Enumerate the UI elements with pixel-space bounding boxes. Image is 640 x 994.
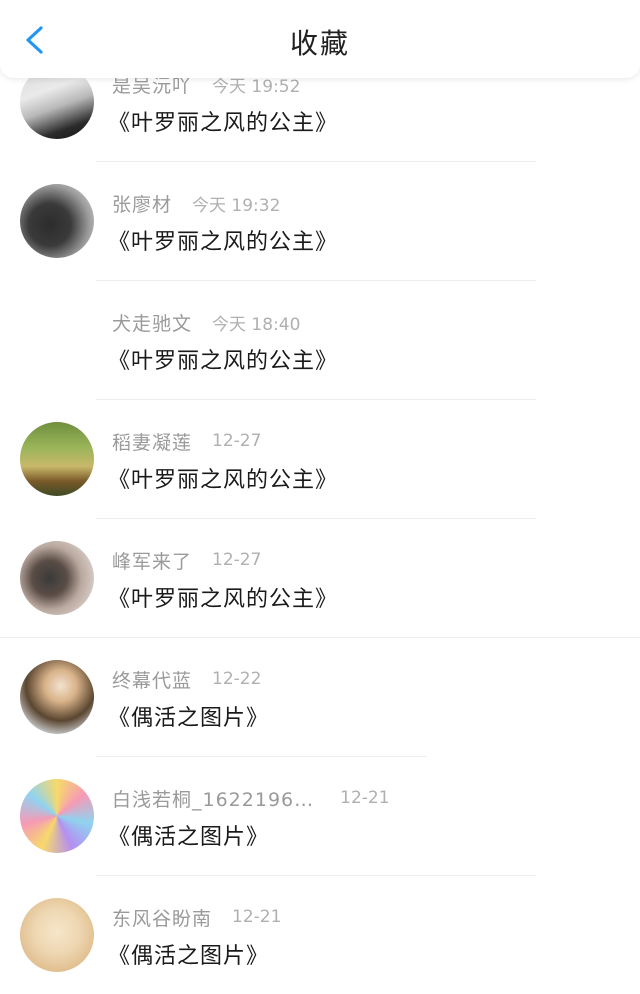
favorite-title[interactable]: 《叶罗丽之风的公主》 xyxy=(108,343,338,375)
favorite-title[interactable]: 《叶罗丽之风的公主》 xyxy=(108,224,338,256)
favorite-title[interactable]: 《偶活之图片》 xyxy=(108,700,269,732)
favorite-author: 白浅若桐_1622196… xyxy=(112,788,315,811)
favorite-author: 张廖材 xyxy=(112,193,173,216)
list-item[interactable]: 峰军来了 12-27 《叶罗丽之风的公主》 xyxy=(0,519,640,638)
favorite-time: 今天 18:40 xyxy=(212,314,301,335)
avatar[interactable] xyxy=(20,303,94,377)
favorite-title[interactable]: 《叶罗丽之风的公主》 xyxy=(108,581,338,613)
favorite-title[interactable]: 《叶罗丽之风的公主》 xyxy=(108,462,338,494)
page-title: 收藏 xyxy=(289,27,350,60)
nav-header: 收藏 xyxy=(0,0,640,78)
list-item[interactable]: 终幕代蓝 12-22 《偶活之图片》 xyxy=(0,638,640,757)
list-item[interactable]: 白浅若桐_1622196… 12-21 《偶活之图片》 xyxy=(0,757,640,876)
favorite-author: 终幕代蓝 xyxy=(112,669,193,692)
favorite-author: 东风谷盼南 xyxy=(112,907,213,930)
avatar[interactable] xyxy=(20,541,94,615)
list-item[interactable]: 稻妻凝莲 12-27 《叶罗丽之风的公主》 xyxy=(0,400,640,519)
favorite-author: 峰军来了 xyxy=(112,550,193,573)
avatar[interactable] xyxy=(20,422,94,496)
favorite-time: 12-21 xyxy=(232,907,282,927)
favorite-time: 12-22 xyxy=(212,669,262,689)
favorite-time: 12-21 xyxy=(340,788,390,808)
favorite-time: 12-27 xyxy=(212,550,262,570)
favorite-title[interactable]: 《偶活之图片》 xyxy=(108,819,269,851)
avatar[interactable] xyxy=(20,660,94,734)
avatar[interactable] xyxy=(20,779,94,853)
list-item[interactable]: 犬走驰文 今天 18:40 《叶罗丽之风的公主》 xyxy=(0,281,640,400)
avatar[interactable] xyxy=(20,898,94,972)
list-item[interactable]: 东风谷盼南 12-21 《偶活之图片》 xyxy=(0,876,640,994)
avatar[interactable] xyxy=(20,184,94,258)
favorite-time: 今天 19:32 xyxy=(192,195,281,216)
favorite-author: 犬走驰文 xyxy=(112,312,193,335)
favorite-time: 12-27 xyxy=(212,431,262,451)
favorite-title[interactable]: 《叶罗丽之风的公主》 xyxy=(108,105,338,137)
list-item[interactable]: 张廖材 今天 19:32 《叶罗丽之风的公主》 xyxy=(0,162,640,281)
favorite-author: 稻妻凝莲 xyxy=(112,431,193,454)
favorites-list: 是吴沅吖 今天 19:52 《叶罗丽之风的公主》 张廖材 今天 19:32 《叶… xyxy=(0,0,640,994)
favorite-title[interactable]: 《偶活之图片》 xyxy=(108,938,269,970)
